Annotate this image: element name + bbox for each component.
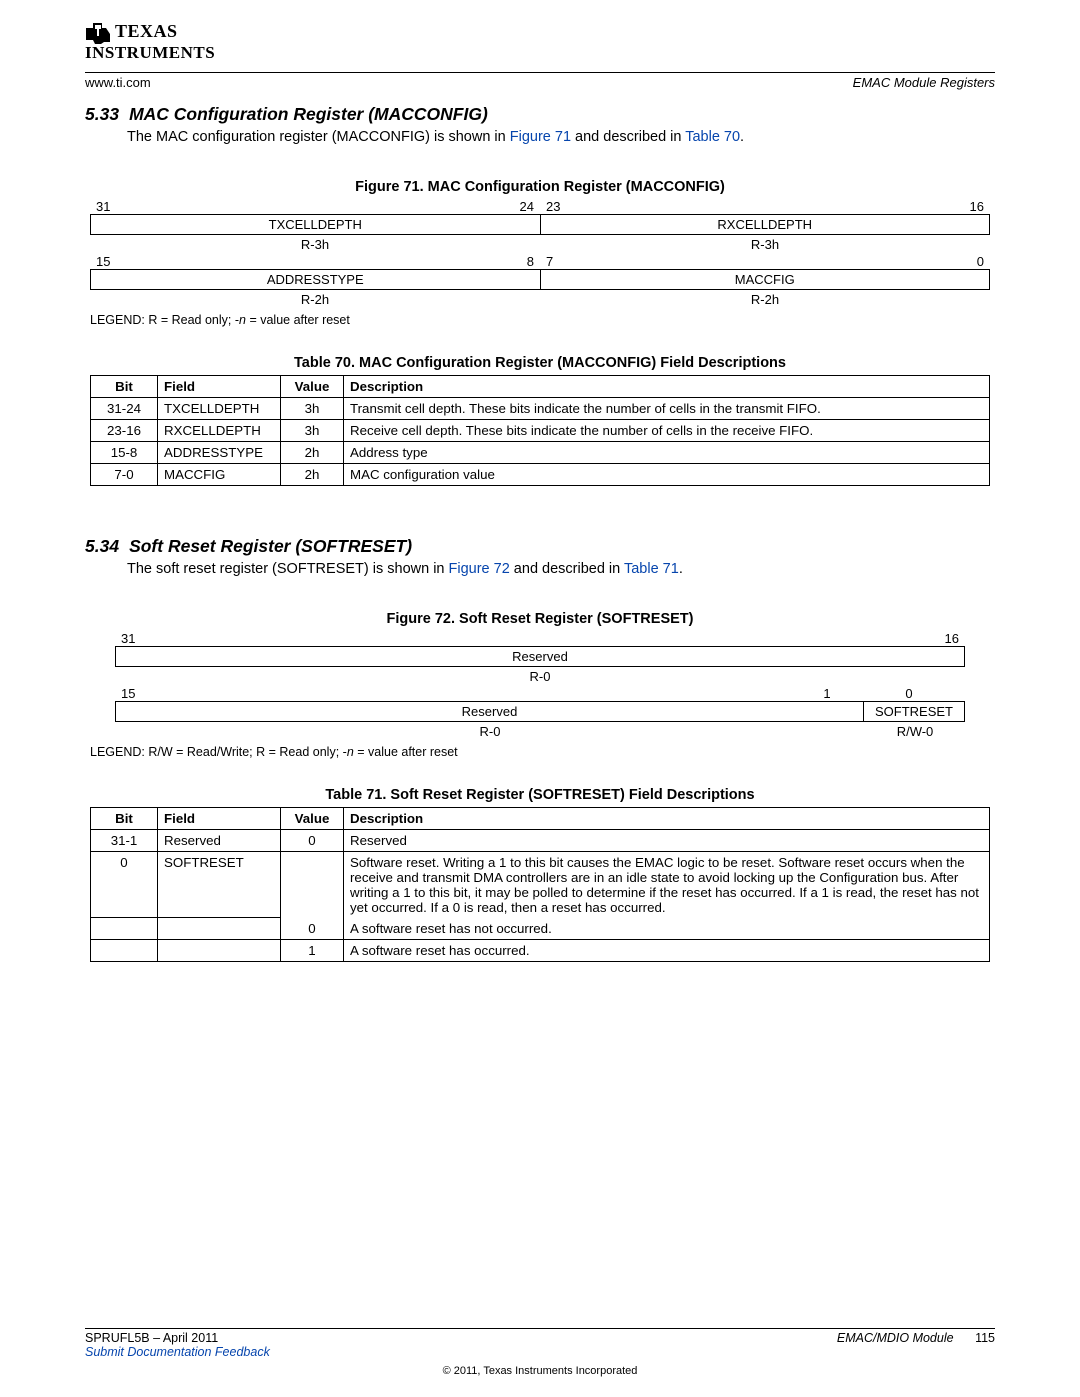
footer-page-number: 115: [975, 1331, 995, 1345]
header-rule: [85, 72, 995, 73]
link-table-70[interactable]: Table 70: [685, 129, 740, 145]
figure-72-register: 31 16 Reserved R-0 15 1 0 Reserved SOFTR…: [115, 631, 965, 741]
figure-72-caption: Figure 72. Soft Reset Register (SOFTRESE…: [85, 611, 995, 627]
table-71-caption: Table 71. Soft Reset Register (SOFTRESET…: [85, 787, 995, 803]
page-footer: SPRUFL5B – April 2011 Submit Documentati…: [85, 1328, 995, 1377]
link-table-71[interactable]: Table 71: [624, 561, 679, 577]
table-row: 7-0MACCFIG2hMAC configuration value: [91, 463, 990, 485]
table-row: 0SOFTRESETSoftware reset. Writing a 1 to…: [91, 851, 990, 918]
section-5-33-text: The MAC configuration register (MACCONFI…: [127, 129, 995, 145]
section-5-34-title: 5.34Soft Reset Register (SOFTRESET): [85, 536, 995, 557]
table-row: 23-16RXCELLDEPTH3hReceive cell depth. Th…: [91, 419, 990, 441]
table-row: 15-8ADDRESSTYPE2hAddress type: [91, 441, 990, 463]
figure-72-legend: LEGEND: R/W = Read/Write; R = Read only;…: [90, 745, 995, 759]
table-row: 0A software reset has not occurred.: [91, 918, 990, 940]
footer-copyright: © 2011, Texas Instruments Incorporated: [85, 1365, 995, 1377]
section-5-34-text: The soft reset register (SOFTRESET) is s…: [127, 561, 995, 577]
table-row: 31-24TXCELLDEPTH3hTransmit cell depth. T…: [91, 397, 990, 419]
link-figure-72[interactable]: Figure 72: [449, 561, 510, 577]
ti-logo: TEXAS INSTRUMENTS: [85, 22, 995, 62]
table-row: 1A software reset has occurred.: [91, 939, 990, 961]
figure-71-register: 31 24 23 16 TXCELLDEPTH RXCELLDEPTH R-3h…: [90, 199, 990, 309]
header-url[interactable]: www.ti.com: [85, 75, 151, 90]
table-row: 31-1Reserved0Reserved: [91, 829, 990, 851]
header-section: EMAC Module Registers: [853, 75, 995, 90]
figure-71-legend: LEGEND: R = Read only; -n = value after …: [90, 313, 995, 327]
table-70: Bit Field Value Description 31-24TXCELLD…: [90, 375, 990, 486]
table-71: Bit Field Value Description 31-1Reserved…: [90, 807, 990, 962]
footer-docid: SPRUFL5B – April 2011: [85, 1331, 218, 1345]
footer-feedback-link[interactable]: Submit Documentation Feedback: [85, 1345, 270, 1359]
section-5-33-title: 5.33MAC Configuration Register (MACCONFI…: [85, 104, 995, 125]
link-figure-71[interactable]: Figure 71: [510, 129, 571, 145]
footer-module: EMAC/MDIO Module: [837, 1331, 954, 1345]
table-70-caption: Table 70. MAC Configuration Register (MA…: [85, 355, 995, 371]
figure-71-caption: Figure 71. MAC Configuration Register (M…: [85, 179, 995, 195]
